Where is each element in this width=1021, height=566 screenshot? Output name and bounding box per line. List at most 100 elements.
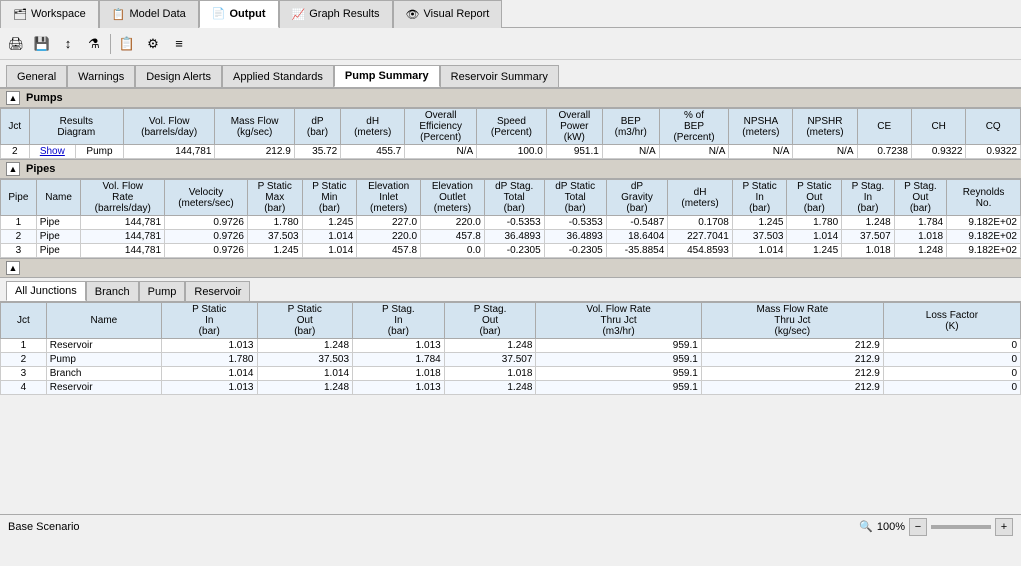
pipes-collapse-btn[interactable]: ▲ bbox=[6, 162, 20, 176]
jct-3-p-stag-out: 1.018 bbox=[444, 367, 536, 381]
pump-mass-flow: 212.9 bbox=[215, 145, 294, 159]
status-scenario: Base Scenario bbox=[8, 521, 80, 533]
toolbar-print-btn[interactable]: 🖨 bbox=[4, 32, 28, 56]
jct-2-p-stag-out: 37.507 bbox=[444, 353, 536, 367]
jct-2-mass-flow: 212.9 bbox=[701, 353, 883, 367]
tab-output[interactable]: 📄 Output bbox=[199, 0, 279, 28]
sub-tab-warnings[interactable]: Warnings bbox=[67, 65, 135, 87]
sub-tab-reservoir-summary[interactable]: Reservoir Summary bbox=[440, 65, 559, 87]
pump-vol-flow: 144,781 bbox=[123, 145, 214, 159]
jct-2-loss-factor: 0 bbox=[883, 353, 1020, 367]
toolbar-save-btn[interactable]: 💾 bbox=[30, 32, 54, 56]
pipes-table-container: Pipe Name Vol. FlowRate(barrels/day) Vel… bbox=[0, 179, 1021, 258]
toolbar-sort-btn[interactable]: ↕ bbox=[56, 32, 80, 56]
jct-tab-branch[interactable]: Branch bbox=[86, 281, 139, 301]
pipe-th-vol-flow: Vol. FlowRate(barrels/day) bbox=[81, 180, 165, 216]
pipe-2-dp-stag-total: 36.4893 bbox=[484, 230, 544, 244]
toolbar-paste-btn[interactable]: ⚙ bbox=[141, 32, 165, 56]
pipe-2-reynolds: 9.182E+02 bbox=[947, 230, 1021, 244]
tab-output-label: Output bbox=[229, 8, 265, 20]
pipe-th-p-static-in: P StaticIn(bar) bbox=[732, 180, 787, 216]
tab-graph-results-label: Graph Results bbox=[309, 8, 379, 20]
jct-tab-all[interactable]: All Junctions bbox=[6, 281, 86, 301]
jct-collapse-btn[interactable]: ▲ bbox=[6, 261, 20, 275]
tab-model-data[interactable]: 📋 Model Data bbox=[99, 0, 199, 28]
jct-tab-pump-label: Pump bbox=[148, 286, 177, 298]
pipe-2-p-static-max: 37.503 bbox=[247, 230, 302, 244]
jct-row-3: 3 Branch 1.014 1.014 1.018 1.018 959.1 2… bbox=[1, 367, 1021, 381]
pumps-table: Jct ResultsDiagram Vol. Flow(barrels/day… bbox=[0, 108, 1021, 159]
jct-3-vol-flow: 959.1 bbox=[536, 367, 701, 381]
jct-th-jct: Jct bbox=[1, 303, 47, 339]
pump-row-1: 2 Show Pump 144,781 212.9 35.72 455.7 N/… bbox=[1, 145, 1021, 159]
pump-name: Pump bbox=[76, 145, 124, 159]
pipe-1-p-static-in: 1.245 bbox=[732, 216, 787, 230]
pump-show-link[interactable]: Show bbox=[29, 145, 75, 159]
jct-3-p-static-out: 1.014 bbox=[257, 367, 353, 381]
pump-npsha: N/A bbox=[729, 145, 793, 159]
pipe-th-velocity: Velocity(meters/sec) bbox=[165, 180, 248, 216]
visual-icon: 👁 bbox=[406, 8, 420, 21]
jct-4-mass-flow: 212.9 bbox=[701, 381, 883, 395]
sub-tab-pump-summary-label: Pump Summary bbox=[345, 70, 429, 82]
pipe-1-dp-gravity: -0.5487 bbox=[606, 216, 668, 230]
zoom-in-btn[interactable]: + bbox=[995, 518, 1013, 536]
zoom-level: 100% bbox=[877, 521, 905, 533]
jct-th-p-stag-in: P Stag.In(bar) bbox=[353, 303, 445, 339]
jct-3-p-static-in: 1.014 bbox=[161, 367, 257, 381]
zoom-out-btn[interactable]: − bbox=[909, 518, 927, 536]
jct-table: Jct Name P StaticIn(bar) P StaticOut(bar… bbox=[0, 302, 1021, 395]
output-icon: 📄 bbox=[212, 7, 226, 20]
zoom-slider[interactable] bbox=[931, 525, 991, 529]
tab-workspace[interactable]: 🗂 Workspace bbox=[0, 0, 99, 28]
pumps-collapse-btn[interactable]: ▲ bbox=[6, 91, 20, 105]
pump-dp: 35.72 bbox=[294, 145, 340, 159]
pipe-3-dp-stag-total: -0.2305 bbox=[484, 244, 544, 258]
pipe-th-pipe: Pipe bbox=[1, 180, 37, 216]
jct-tab-reservoir[interactable]: Reservoir bbox=[185, 281, 250, 301]
pipe-2-name: Pipe bbox=[36, 230, 81, 244]
pipe-th-dh: dH(meters) bbox=[668, 180, 733, 216]
pipe-row-1: 1 Pipe 144,781 0.9726 1.780 1.245 227.0 … bbox=[1, 216, 1021, 230]
jct-2-vol-flow: 959.1 bbox=[536, 353, 701, 367]
sub-tab-design-alerts[interactable]: Design Alerts bbox=[135, 65, 222, 87]
tab-visual-report[interactable]: 👁 Visual Report bbox=[393, 0, 503, 28]
sub-tab-pump-summary[interactable]: Pump Summary bbox=[334, 65, 440, 87]
jct-4-loss-factor: 0 bbox=[883, 381, 1020, 395]
pipe-2-num: 2 bbox=[1, 230, 37, 244]
pipe-2-velocity: 0.9726 bbox=[165, 230, 248, 244]
jct-1-mass-flow: 212.9 bbox=[701, 339, 883, 353]
sub-tab-general[interactable]: General bbox=[6, 65, 67, 87]
pipe-1-dp-stag-total: -0.5353 bbox=[484, 216, 544, 230]
jct-tab-pump[interactable]: Pump bbox=[139, 281, 186, 301]
pipe-1-num: 1 bbox=[1, 216, 37, 230]
workspace-icon: 🗂 bbox=[13, 8, 27, 21]
toolbar-filter-btn[interactable]: ⚗ bbox=[82, 32, 106, 56]
pump-ce: 0.7238 bbox=[857, 145, 911, 159]
tab-graph-results[interactable]: 📈 Graph Results bbox=[279, 0, 393, 28]
pipe-3-p-static-in: 1.014 bbox=[732, 244, 787, 258]
tab-model-data-label: Model Data bbox=[130, 8, 186, 20]
jct-1-p-static-out: 1.248 bbox=[257, 339, 353, 353]
jct-tabs: All Junctions Branch Pump Reservoir bbox=[0, 278, 1021, 302]
sub-tab-applied-standards[interactable]: Applied Standards bbox=[222, 65, 334, 87]
jct-4-num: 4 bbox=[1, 381, 47, 395]
toolbar-table-btn[interactable]: ≡ bbox=[167, 32, 191, 56]
zoom-icon: 🔍 bbox=[859, 520, 873, 533]
pipe-1-p-static-min: 1.245 bbox=[302, 216, 357, 230]
toolbar-copy-btn[interactable]: 📋 bbox=[115, 32, 139, 56]
pipe-3-num: 3 bbox=[1, 244, 37, 258]
jct-2-p-static-out: 37.503 bbox=[257, 353, 353, 367]
jct-th-p-static-out: P StaticOut(bar) bbox=[257, 303, 353, 339]
pipe-th-reynolds: ReynoldsNo. bbox=[947, 180, 1021, 216]
pipe-3-p-stag-out: 1.248 bbox=[894, 244, 946, 258]
pump-th-bep: BEP(m3/hr) bbox=[602, 109, 659, 145]
pipe-1-velocity: 0.9726 bbox=[165, 216, 248, 230]
pipe-2-vol-flow: 144,781 bbox=[81, 230, 165, 244]
pipe-th-p-stag-out: P Stag.Out(bar) bbox=[894, 180, 946, 216]
pump-speed: 100.0 bbox=[477, 145, 547, 159]
pipe-2-p-static-min: 1.014 bbox=[302, 230, 357, 244]
pipe-3-dh: 454.8593 bbox=[668, 244, 733, 258]
pipe-th-p-static-out: P StaticOut(bar) bbox=[787, 180, 842, 216]
jct-2-num: 2 bbox=[1, 353, 47, 367]
